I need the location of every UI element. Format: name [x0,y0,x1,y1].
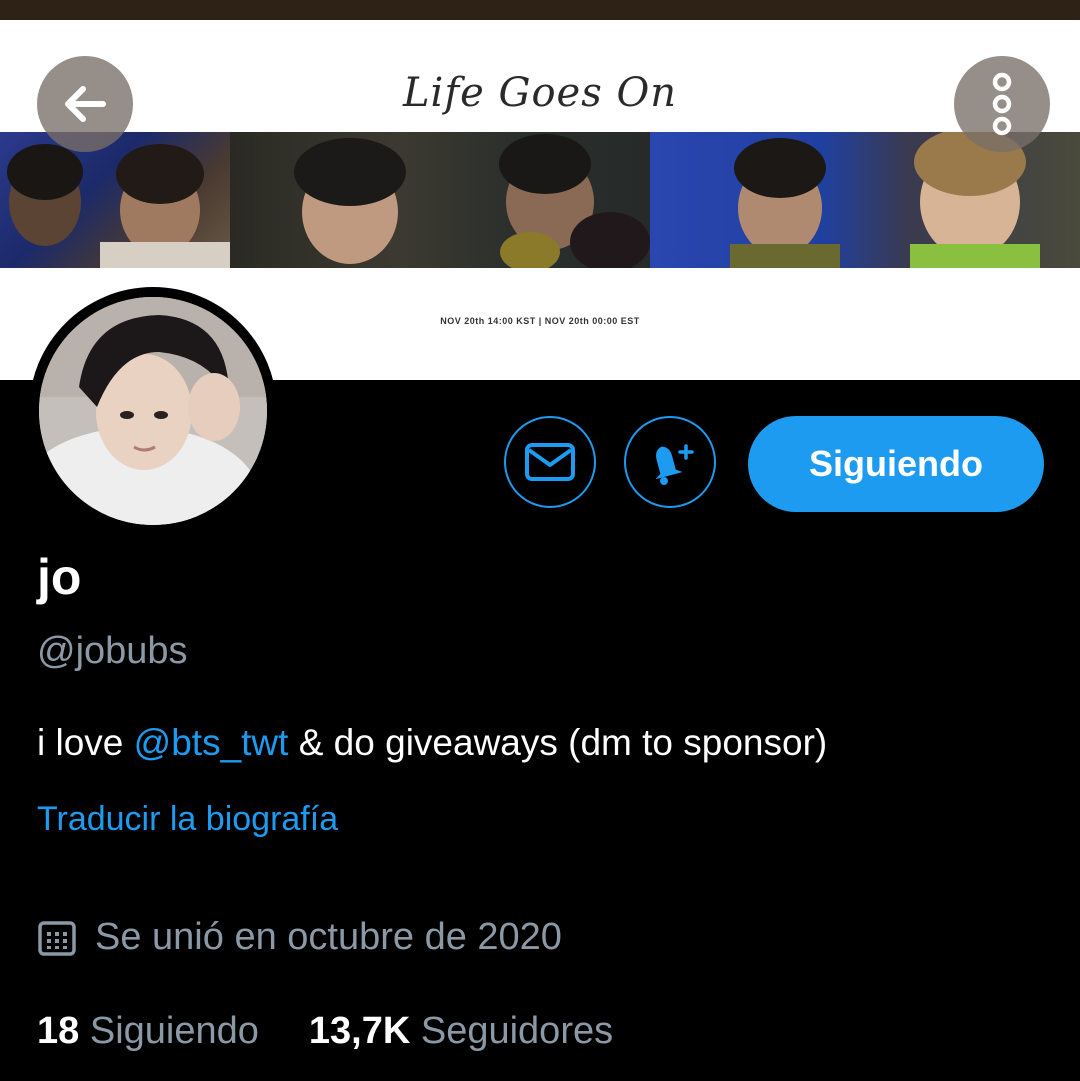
banner-title: Life Goes On [402,70,678,116]
profile-stats: 18 Siguiendo 13,7K Seguidores [37,1010,613,1053]
following-button[interactable]: Siguiendo [748,416,1044,512]
more-vertical-icon [992,72,1012,136]
message-button[interactable] [504,416,596,508]
arrow-left-icon [65,86,106,122]
more-options-button[interactable] [954,56,1050,152]
following-label: Siguiendo [89,1010,259,1052]
user-handle: @jobubs [37,630,188,672]
following-stat[interactable]: 18 Siguiendo [37,1010,259,1052]
banner-photo-2 [230,132,650,268]
avatar-photo [39,297,267,525]
calendar-icon [38,920,76,956]
bell-plus-icon [655,444,694,485]
join-date: Se unió en octubre de 2020 [37,916,562,959]
join-date-text: Se unió en octubre de 2020 [95,916,562,958]
bio-text-suffix: & do giveaways (dm to sponsor) [288,722,828,763]
profile-bio: i love @bts_twt & do giveaways (dm to sp… [37,722,827,764]
banner-photo-1 [0,132,230,268]
banner-photo-3 [650,132,1080,268]
mail-icon [525,443,575,481]
banner-photo-strip [0,132,1080,268]
display-name: jo [37,549,82,605]
bio-mention-link[interactable]: @bts_twt [134,722,289,763]
followers-stat[interactable]: 13,7K Seguidores [309,1010,613,1052]
status-bar [0,0,1080,20]
followers-label: Seguidores [420,1010,614,1052]
back-button[interactable] [37,56,133,152]
translate-bio-link[interactable]: Traducir la biografía [37,800,338,839]
followers-count: 13,7K [308,1010,411,1052]
following-count: 18 [37,1010,80,1052]
notify-button[interactable] [624,416,716,508]
profile-avatar[interactable] [29,287,277,535]
bio-text: i love [37,722,134,763]
